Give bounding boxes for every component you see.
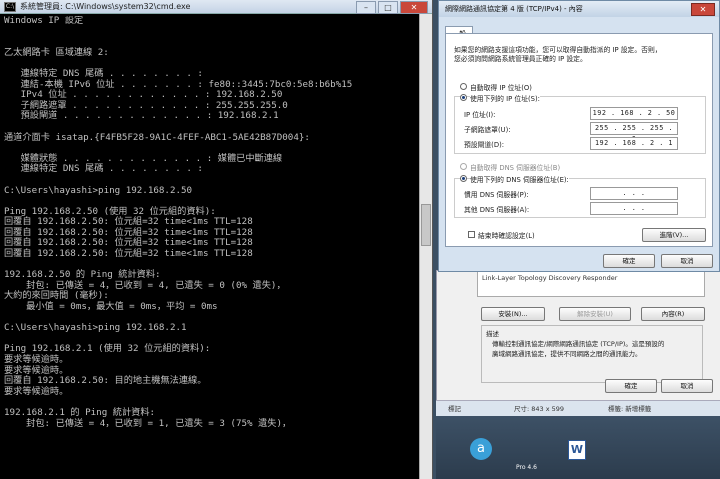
console-line: 預設閘道 . . . . . . . . . . . . . : 192.168… (4, 110, 279, 122)
ip-address-label: IP 位址(I): (464, 111, 496, 119)
console-line: 連線特定 DNS 尾碼 . . . . . . . . : (4, 163, 203, 175)
manual-dns-radio[interactable] (460, 175, 467, 182)
status-tag: 標籤: 新增標籤 (608, 405, 652, 413)
status-mark: 標記 (448, 405, 461, 413)
console-line: 回覆自 192.168.2.50: 位元組=32 time<1ms TTL=12… (4, 248, 253, 260)
manual-ip-label: 使用下列的 IP 位址(S): (470, 93, 540, 103)
auto-dns-label: 自動取得 DNS 伺服器位址(B) (470, 164, 561, 172)
description-line-1: 傳輸控制通訊協定/網際網路通訊協定 (TCP/IP)。這是預設的 (492, 340, 665, 348)
status-size: 尺寸: 843 x 599 (514, 405, 565, 413)
console-line: Windows IP 設定 (4, 16, 84, 26)
console-output[interactable]: Windows IP 設定 乙太網路卡 區域連線 2: 連線特定 DNS 尾碼 … (4, 16, 418, 479)
console-line: 要求等候逾時。 (4, 385, 69, 397)
cmd-icon: C:\ (4, 1, 16, 12)
properties-button[interactable]: 內容(R) (641, 307, 705, 321)
validate-on-exit-checkbox[interactable] (468, 231, 475, 238)
install-button[interactable]: 安裝(N)... (481, 307, 545, 321)
console-line: 最小值 = 0ms，最大值 = 0ms，平均 = 0ms (4, 301, 218, 313)
console-line: C:\Users\hayashi>ping 192.168.2.1 (4, 322, 187, 334)
console-line: 192.168.2.1 的 Ping 統計資料: (4, 406, 156, 418)
preferred-dns-input[interactable]: . . . (590, 187, 678, 200)
intro-line-2: 您必須詢問網路系統管理員正確的 IP 設定。 (454, 55, 587, 63)
console-line: C:\Users\hayashi>ping 192.168.2.50 (4, 184, 193, 196)
ok-button[interactable]: 確定 (603, 254, 655, 268)
component-list[interactable]: Link-Layer Topology Discovery Responder (477, 271, 705, 297)
console-line: 乙太網路卡 區域連線 2: (4, 46, 109, 58)
auto-ip-radio[interactable] (460, 83, 467, 90)
dialog-titlebar[interactable]: 網際網路通訊協定第 4 版 (TCP/IPv4) - 內容 (439, 1, 719, 17)
netwin-ok-button[interactable]: 確定 (605, 379, 657, 393)
cmd-titlebar[interactable]: C:\ 系統管理員: C:\Windows\system32\cmd.exe –… (0, 0, 432, 14)
viewer-statusbar: 標記 尺寸: 843 x 599 標籤: 新增標籤 (436, 400, 720, 417)
auto-ip-label: 自動取得 IP 位址(O) (470, 84, 532, 92)
network-properties-window: Link-Layer Topology Discovery Responder … (436, 270, 720, 402)
description-title: 描述 (486, 330, 499, 338)
cancel-button[interactable]: 取消 (661, 254, 713, 268)
console-line: 封包: 已傳送 = 4，已收到 = 1, 已遺失 = 3 (75% 遺失)， (4, 417, 292, 429)
manual-ip-radio[interactable] (460, 94, 467, 101)
subnet-mask-input[interactable]: 255 . 255 . 255 . 0 (590, 122, 678, 143)
advanced-button[interactable]: 進階(V)... (642, 228, 706, 242)
general-panel: 如果您的網路支援這項功能，您可以取得自動指派的 IP 設定。否則， 您必須詢問網… (445, 33, 713, 247)
uninstall-button[interactable]: 解除安裝(U) (559, 307, 631, 321)
desktop-area: a W Pro 4.6 (436, 416, 720, 479)
netwin-cancel-button[interactable]: 取消 (661, 379, 713, 393)
ip-address-input[interactable]: 192 . 168 . 2 . 50 (590, 107, 678, 120)
manual-dns-label: 使用下列的 DNS 伺服器位址(E): (470, 174, 569, 184)
alternate-dns-label: 其他 DNS 伺服器(A): (464, 206, 530, 214)
alternate-dns-input[interactable]: . . . (590, 202, 678, 215)
minimize-button[interactable]: – (356, 1, 376, 14)
cmd-title: 系統管理員: C:\Windows\system32\cmd.exe (20, 2, 191, 11)
subnet-mask-label: 子網路遮罩(U): (464, 126, 511, 134)
console-line: 通道介面卡 isatap.{F4FB5F28-9A1C-4FEF-ABC1-5A… (4, 131, 310, 143)
description-line-2: 廣域網路通訊協定，提供不同網路之間的通訊能力。 (492, 350, 642, 358)
maximize-button[interactable]: □ (378, 1, 398, 14)
auto-dns-radio[interactable] (460, 163, 467, 170)
app-shortcut-icon[interactable]: a (470, 438, 492, 460)
console-line: 連線特定 DNS 尾碼 . . . . . . . . : (4, 67, 203, 79)
default-gateway-input[interactable]: 192 . 168 . 2 . 1 (590, 137, 678, 150)
cmd-scrollbar[interactable] (419, 14, 432, 479)
dialog-title: 網際網路通訊協定第 4 版 (TCP/IPv4) - 內容 (445, 5, 583, 13)
word-document-icon[interactable]: W (568, 440, 586, 460)
cmd-window[interactable]: C:\ 系統管理員: C:\Windows\system32\cmd.exe –… (0, 0, 433, 479)
validate-on-exit-label: 結束時確認設定(L) (478, 232, 535, 240)
default-gateway-label: 預設閘道(D): (464, 141, 505, 149)
console-line: 要求等候逾時。 (4, 354, 69, 365)
desktop-icon-label: Pro 4.6 (516, 464, 537, 471)
list-item[interactable]: Link-Layer Topology Discovery Responder (482, 274, 617, 282)
description-group: 描述 傳輸控制通訊協定/網際網路通訊協定 (TCP/IP)。這是預設的 廣域網路… (481, 325, 703, 383)
tcpipv4-properties-dialog[interactable]: 網際網路通訊協定第 4 版 (TCP/IPv4) - 內容 ✕ 一般 如果您的網… (438, 0, 720, 272)
scrollbar-thumb[interactable] (421, 204, 431, 246)
close-button[interactable]: ✕ (400, 1, 428, 14)
close-icon[interactable]: ✕ (691, 3, 715, 16)
preferred-dns-label: 慣用 DNS 伺服器(P): (464, 191, 529, 199)
